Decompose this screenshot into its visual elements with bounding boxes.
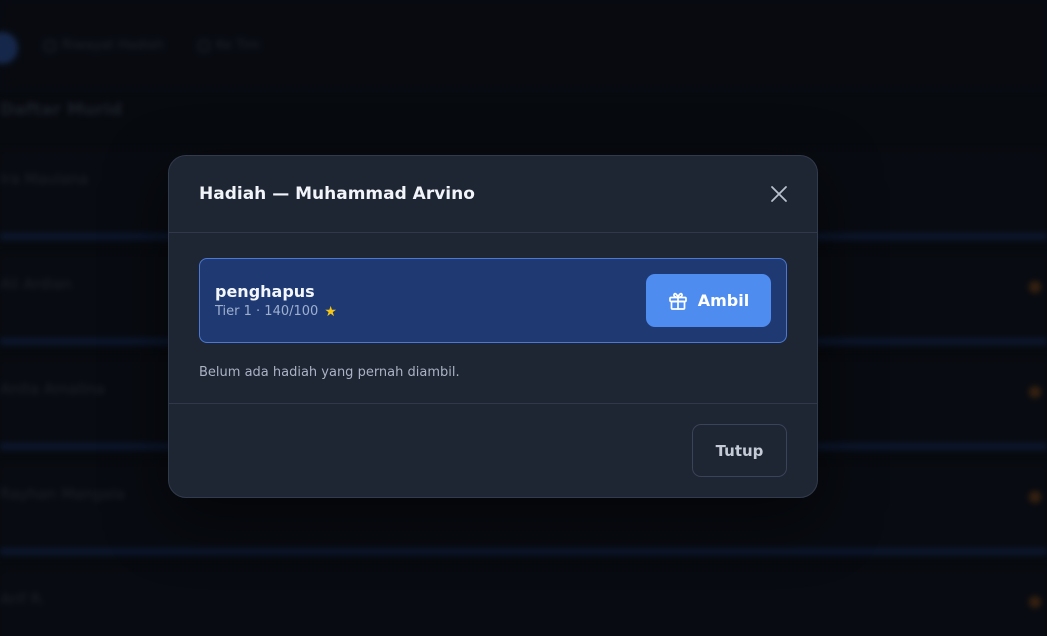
reward-info: penghapus Tier 1 · 140/100 ★ (215, 282, 337, 319)
claim-history-note: Belum ada hadiah yang pernah diambil. (199, 365, 460, 380)
modal-title: Hadiah — Muhammad Arvino (199, 184, 475, 204)
claim-reward-label: Ambil (697, 291, 750, 310)
reward-tier-progress: Tier 1 · 140/100 (215, 304, 319, 319)
modal-footer: Tutup (169, 404, 817, 497)
modal-body: penghapus Tier 1 · 140/100 ★ Ambil Belum… (169, 233, 817, 404)
reward-name: penghapus (215, 282, 315, 301)
close-icon (771, 186, 787, 202)
close-button[interactable] (765, 180, 793, 208)
gift-icon (668, 292, 687, 310)
reward-modal: Hadiah — Muhammad Arvino penghapus Tier … (168, 155, 818, 498)
reward-card: penghapus Tier 1 · 140/100 ★ Ambil (199, 258, 787, 343)
claim-reward-button[interactable]: Ambil (646, 274, 771, 327)
reward-meta: Tier 1 · 140/100 ★ (215, 304, 337, 319)
star-icon: ★ (324, 303, 337, 320)
modal-header: Hadiah — Muhammad Arvino (169, 156, 817, 233)
close-modal-button[interactable]: Tutup (692, 424, 787, 477)
